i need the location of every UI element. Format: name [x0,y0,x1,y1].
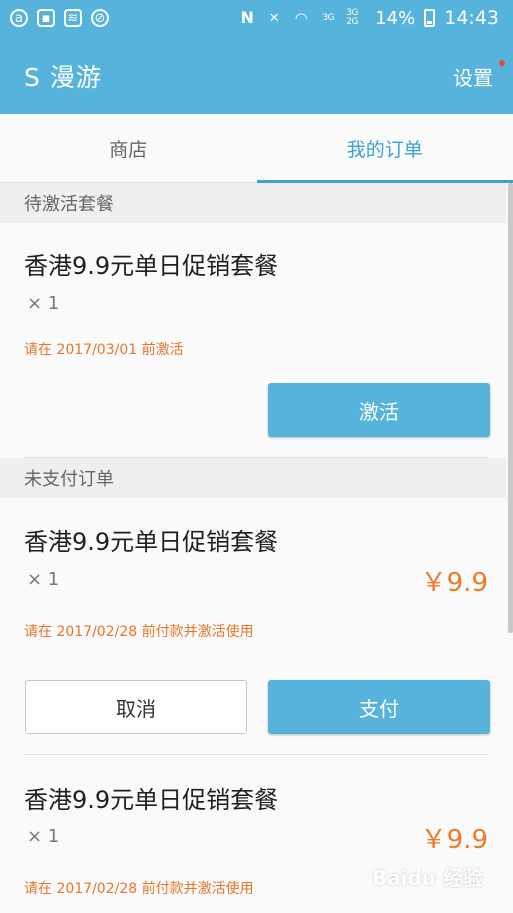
tab-my-orders[interactable]: 我的订单 [256,114,513,183]
network-3g-2g: 3G 2G [346,8,358,27]
order-deadline-note: 请在 2017/03/01 前激活 [24,342,184,358]
wifi-icon: ◠ [294,8,308,27]
app-bar: S 漫游 设置 [0,36,513,114]
notification-dot [499,60,505,66]
app-title: S 漫游 [24,63,102,92]
status-left-icons: a ▪ ≋ ⊘ [10,9,109,27]
battery-percentage: 14% [375,7,416,29]
order-price: ￥9.9 [420,825,488,855]
divider [24,457,488,458]
activate-button[interactable]: 激活 [268,383,490,437]
tab-store[interactable]: 商店 [0,114,257,182]
mute-icon: ✕ [268,10,280,26]
section-header-pending: 待激活套餐 [0,183,506,223]
image-icon: ▪ [37,9,55,27]
clock: 14:43 [444,7,499,29]
wifi-box-icon: ≋ [64,9,82,27]
settings-button[interactable]: 设置 [453,62,493,91]
order-title: 香港9.9元单日促销套餐 [24,786,279,814]
section-header-unpaid: 未支付订单 [0,458,506,498]
pay-button[interactable]: 支付 [268,680,490,734]
battery-icon [424,9,436,27]
status-right-icons: N ✕ ◠ 3G 3G 2G 14% 14:43 [238,7,499,29]
status-bar: a ▪ ≋ ⊘ N ✕ ◠ 3G 3G 2G 14% 14:43 [0,0,513,36]
order-quantity: × 1 [27,293,60,314]
orders-list[interactable]: 待激活套餐 香港9.9元单日促销套餐 × 1 请在 2017/03/01 前激活… [0,183,506,913]
order-card-unpaid: 香港9.9元单日促销套餐 × 1 ￥9.9 请在 2017/02/28 前付款并… [0,498,506,755]
order-title: 香港9.9元单日促销套餐 [24,528,279,556]
order-price: ￥9.9 [420,568,488,598]
tab-bar: 商店 我的订单 [0,114,513,183]
network-3g: 3G [322,12,335,23]
order-title: 香港9.9元单日促销套餐 [24,252,279,280]
cancel-button[interactable]: 取消 [25,680,247,734]
order-deadline-note: 请在 2017/02/28 前付款并激活使用 [24,881,254,897]
scrollbar[interactable] [508,183,513,633]
order-quantity: × 1 [27,569,60,590]
order-card-pending: 香港9.9元单日促销套餐 × 1 请在 2017/03/01 前激活 激活 [0,223,506,458]
watermark: Baidu 经验 [371,866,483,890]
order-deadline-note: 请在 2017/02/28 前付款并激活使用 [24,624,254,640]
order-quantity: × 1 [27,826,60,847]
nfc-icon: N [240,8,254,27]
app-icon: a [10,9,28,27]
blocked-icon: ⊘ [91,9,109,27]
